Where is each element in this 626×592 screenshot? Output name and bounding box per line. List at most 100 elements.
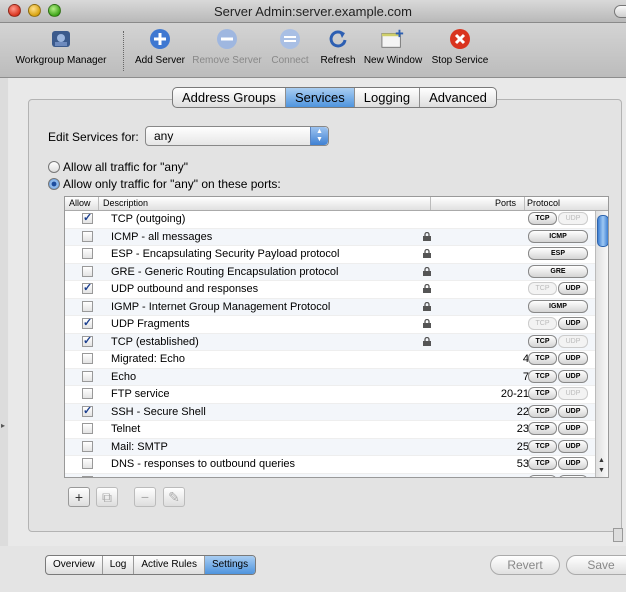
tcp-toggle[interactable]: TCP — [528, 352, 557, 365]
table-row[interactable]: ✓ TCP (established) TCP UDP — [65, 333, 595, 351]
tab-active-rules[interactable]: Active Rules — [134, 556, 205, 574]
scrollbar-thumb[interactable] — [597, 215, 608, 247]
tab-settings[interactable]: Settings — [204, 556, 256, 574]
table-row[interactable]: ✓ TCP (outgoing) TCP UDP — [65, 211, 595, 229]
udp-toggle[interactable]: UDP — [558, 422, 588, 435]
allow-checkbox[interactable] — [82, 475, 93, 477]
add-server-button[interactable]: Add Server — [133, 27, 187, 66]
udp-toggle[interactable]: UDP — [558, 352, 588, 365]
udp-toggle[interactable]: UDP — [558, 457, 588, 470]
column-header-ports[interactable]: Ports — [495, 198, 516, 208]
udp-toggle[interactable]: UDP — [558, 334, 588, 348]
table-row[interactable]: Migrated: Echo 4 TCP UDP — [65, 351, 595, 369]
tab-logging[interactable]: Logging — [355, 88, 421, 107]
udp-toggle[interactable]: UDP — [558, 387, 588, 400]
tab-log[interactable]: Log — [103, 556, 135, 574]
table-scrollbar[interactable]: ▲ ▼ — [595, 211, 608, 477]
tcp-toggle[interactable]: TCP — [528, 282, 557, 295]
refresh-button[interactable]: Refresh — [318, 27, 358, 66]
udp-toggle[interactable]: UDP — [558, 212, 588, 225]
tcp-toggle[interactable]: TCP — [528, 212, 557, 225]
allow-checkbox[interactable] — [82, 458, 93, 469]
allow-checkbox[interactable] — [82, 265, 93, 277]
allow-checkbox[interactable]: ✓ — [82, 318, 93, 329]
connect-button[interactable]: Connect — [267, 27, 313, 66]
tcp-toggle[interactable]: TCP — [528, 369, 557, 383]
column-header-allow[interactable]: Allow — [69, 198, 91, 208]
allow-checkbox[interactable] — [82, 353, 93, 364]
radio-button[interactable] — [48, 178, 60, 190]
table-row[interactable]: DNS - inbound queries 53TCPUDP — [65, 473, 595, 477]
allow-checkbox[interactable]: ✓ — [82, 335, 93, 347]
table-row[interactable]: ESP - Encapsulating Security Payload pro… — [65, 246, 595, 264]
column-header-description[interactable]: Description — [103, 198, 148, 208]
tab-overview[interactable]: Overview — [46, 556, 103, 574]
column-header-protocol[interactable]: Protocol — [527, 198, 560, 208]
tcp-toggle[interactable]: TCP — [528, 317, 557, 330]
tab-address-groups[interactable]: Address Groups — [173, 88, 286, 107]
scroll-up-icon[interactable]: ▲ — [598, 457, 605, 464]
allow-checkbox[interactable] — [82, 300, 93, 312]
radio-button[interactable] — [48, 161, 60, 173]
column-divider — [524, 197, 525, 210]
workgroup-manager-button[interactable]: Workgroup Manager — [2, 27, 120, 66]
udp-toggle[interactable]: UDP — [558, 474, 588, 477]
stop-service-button[interactable]: Stop Service — [429, 27, 491, 66]
remove-rule-button[interactable]: − — [134, 487, 156, 507]
allow-checkbox[interactable] — [82, 423, 93, 434]
revert-button[interactable]: Revert — [490, 555, 560, 575]
tab-advanced[interactable]: Advanced — [420, 88, 496, 107]
tcp-toggle[interactable]: TCP — [528, 422, 557, 435]
table-row[interactable]: ICMP - all messages ICMP — [65, 228, 595, 246]
allow-checkbox[interactable]: ✓ — [82, 283, 93, 294]
allow-checkbox[interactable] — [82, 370, 93, 382]
remove-server-button[interactable]: Remove Server — [192, 27, 262, 66]
udp-toggle[interactable]: UDP — [558, 369, 588, 383]
save-button[interactable]: Save — [566, 555, 626, 575]
resize-handle[interactable] — [613, 528, 623, 542]
table-row[interactable]: ✓ UDP outbound and responses TCP UDP — [65, 281, 595, 299]
protocol-pill[interactable]: GRE — [528, 264, 588, 278]
udp-toggle[interactable]: UDP — [558, 439, 588, 453]
udp-toggle[interactable]: UDP — [558, 282, 588, 295]
toolbar-separator — [123, 31, 124, 71]
allow-checkbox[interactable] — [82, 230, 93, 242]
table-row[interactable]: Telnet 23 TCP UDP — [65, 421, 595, 439]
protocol-pill[interactable]: IGMP — [528, 299, 588, 313]
allow-only-traffic-radio[interactable]: Allow only traffic for "any" on these po… — [48, 177, 281, 191]
protocol-pill[interactable]: ESP — [528, 247, 588, 260]
table-row[interactable]: Echo 7 TCP UDP — [65, 368, 595, 386]
scroll-down-icon[interactable]: ▼ — [598, 467, 605, 474]
table-row[interactable]: FTP service 20-21 TCP UDP — [65, 386, 595, 404]
allow-checkbox[interactable] — [82, 248, 93, 259]
allow-checkbox[interactable]: ✓ — [82, 213, 93, 224]
tcp-toggle[interactable]: TCP — [528, 439, 557, 453]
new-window-button[interactable]: New Window — [362, 27, 424, 66]
sidebar-splitter[interactable]: ▸ — [0, 78, 8, 591]
add-rule-button[interactable]: + — [68, 487, 90, 507]
protocol-pill[interactable]: ICMP — [528, 229, 588, 243]
toolbar-toggle-button[interactable] — [614, 5, 626, 18]
tcp-toggle[interactable]: TCP — [528, 387, 557, 400]
table-row[interactable]: DNS - responses to outbound queries 53 TCP… — [65, 456, 595, 474]
tcp-toggle[interactable]: TCP — [528, 457, 557, 470]
allow-checkbox[interactable] — [82, 440, 93, 452]
tcp-toggle[interactable]: TCP — [528, 404, 557, 418]
allow-checkbox[interactable]: ✓ — [82, 405, 93, 417]
tcp-toggle[interactable]: TCP — [528, 474, 557, 477]
table-row[interactable]: ✓ UDP Fragments TCP UDP — [65, 316, 595, 334]
table-row[interactable]: Mail: SMTP 25 TCP UDP — [65, 438, 595, 456]
allow-all-traffic-radio[interactable]: Allow all traffic for "any" — [48, 160, 188, 174]
address-group-value: any — [154, 129, 174, 143]
allow-checkbox[interactable] — [82, 388, 93, 399]
tab-services[interactable]: Services — [285, 88, 355, 107]
table-row[interactable]: ✓ SSH - Secure Shell 22 TCP UDP — [65, 403, 595, 421]
udp-toggle[interactable]: UDP — [558, 317, 588, 330]
address-group-popup[interactable]: any ▲ ▼ — [145, 126, 329, 146]
edit-rule-button[interactable]: ✎ — [163, 487, 185, 507]
table-row[interactable]: GRE - Generic Routing Encapsulation prot… — [65, 263, 595, 281]
table-row[interactable]: IGMP - Internet Group Management Protoco… — [65, 298, 595, 316]
tcp-toggle[interactable]: TCP — [528, 334, 557, 348]
duplicate-rule-button[interactable]: ⧉ — [96, 487, 118, 507]
udp-toggle[interactable]: UDP — [558, 404, 588, 418]
